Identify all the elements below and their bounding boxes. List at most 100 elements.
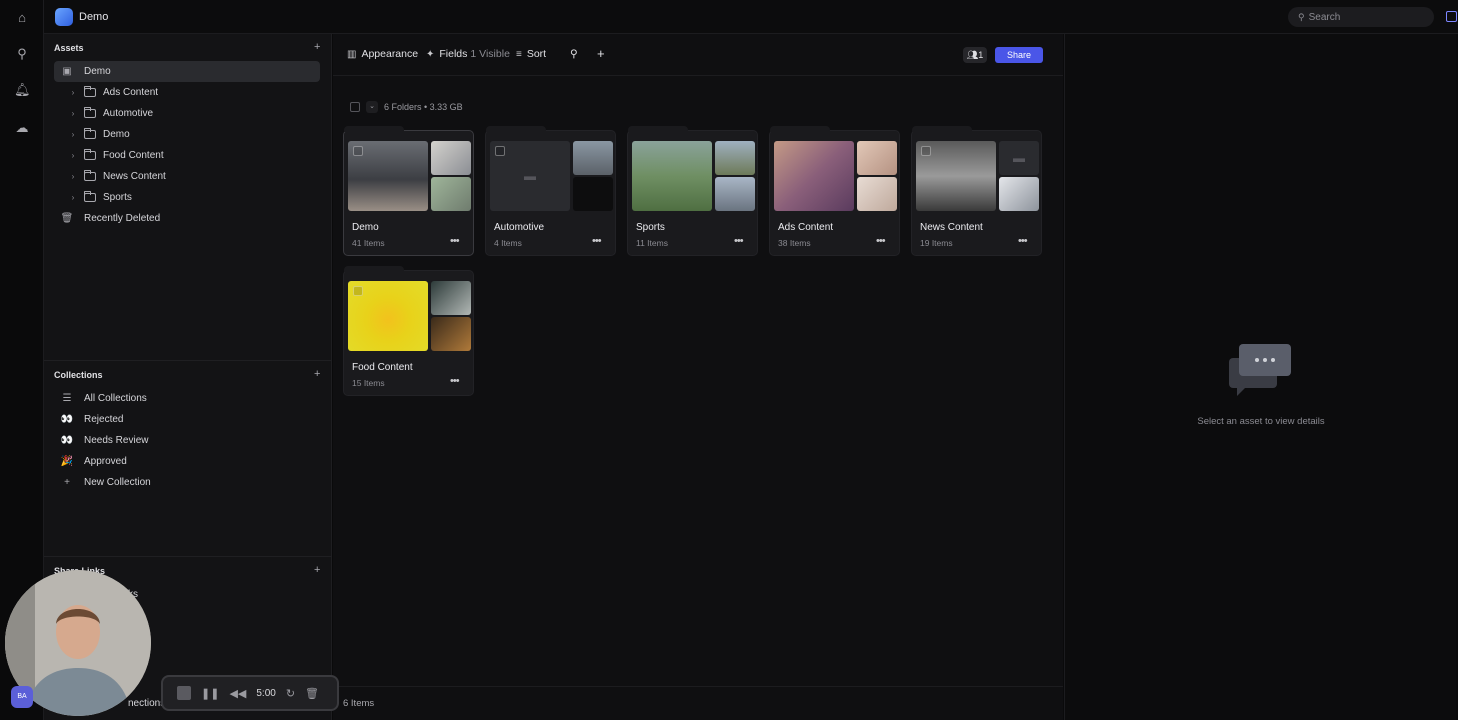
restart-icon[interactable]: ↻ bbox=[286, 687, 295, 700]
card-title: Sports bbox=[636, 222, 665, 233]
folder-card-sports[interactable]: Sports 11 Items ••• bbox=[627, 126, 758, 256]
sort-button[interactable]: ≡ Sort bbox=[516, 48, 546, 60]
collection-approved[interactable]: 🎉 Approved bbox=[54, 451, 127, 472]
card-title: News Content bbox=[920, 222, 983, 233]
chevron-right-icon[interactable]: › bbox=[68, 172, 78, 181]
thumbnail bbox=[573, 177, 613, 211]
sidebar-item-news-content[interactable]: › News Content bbox=[68, 166, 166, 187]
sidebar-bottom-label: nections bbox=[128, 698, 166, 709]
search-placeholder: Search bbox=[1308, 11, 1341, 23]
more-icon[interactable]: ••• bbox=[734, 235, 744, 247]
search-icon[interactable]: ⚲ bbox=[14, 46, 30, 62]
details-panel: Select an asset to view details bbox=[1064, 34, 1456, 720]
card-checkbox[interactable] bbox=[921, 146, 931, 156]
thumbnail bbox=[431, 141, 471, 175]
layout-toggles bbox=[1446, 11, 1458, 22]
add-share-link-icon[interactable]: + bbox=[314, 564, 320, 576]
recording-time: 5:00 bbox=[256, 687, 276, 699]
sidebar-item-recently-deleted[interactable]: 🗑︎ Recently Deleted bbox=[54, 208, 161, 229]
card-checkbox[interactable] bbox=[495, 146, 505, 156]
bell-icon[interactable]: 🔔︎ bbox=[14, 82, 31, 98]
folder-card-ads-content[interactable]: Ads Content 38 Items ••• bbox=[769, 126, 900, 256]
left-panel-toggle-icon[interactable] bbox=[1446, 11, 1457, 22]
search-input[interactable]: ⚲ Search bbox=[1288, 7, 1434, 27]
thumbnail bbox=[715, 141, 755, 175]
folder-card-news-content[interactable]: ▬ News Content 19 Items ••• bbox=[911, 126, 1042, 256]
chevron-right-icon[interactable]: › bbox=[68, 193, 78, 202]
trash-icon: 🗑︎ bbox=[60, 213, 74, 224]
avatar[interactable]: BA bbox=[11, 686, 33, 708]
delete-icon[interactable]: 🗑︎ bbox=[305, 687, 319, 700]
thumbnail bbox=[857, 177, 897, 211]
party-icon: 🎉 bbox=[60, 456, 74, 467]
more-icon[interactable]: ••• bbox=[450, 235, 460, 247]
list-icon: ☰ bbox=[62, 393, 72, 404]
sidebar-bottom-item[interactable]: nections bbox=[128, 693, 165, 714]
card-title: Automotive bbox=[494, 222, 545, 233]
more-icon[interactable]: ••• bbox=[450, 375, 460, 387]
card-count: 38 Items bbox=[778, 238, 811, 248]
people-button[interactable]: 👥︎1 bbox=[963, 47, 987, 63]
sidebar-item-label: Sports bbox=[103, 192, 132, 203]
share-button[interactable]: Share bbox=[995, 47, 1043, 63]
collection-label: Needs Review bbox=[84, 435, 149, 446]
recorder-controls: ❚❚ ◀◀ 5:00 ↻ 🗑︎ bbox=[161, 675, 339, 711]
card-title: Food Content bbox=[352, 362, 413, 373]
items-count: 6 Items bbox=[343, 698, 375, 709]
card-checkbox[interactable] bbox=[353, 286, 363, 296]
new-collection-button[interactable]: + New Collection bbox=[54, 472, 151, 493]
sidebar-item-automotive[interactable]: › Automotive bbox=[68, 103, 153, 124]
card-checkbox[interactable] bbox=[353, 146, 363, 156]
folder-icon bbox=[84, 86, 96, 97]
home-icon[interactable]: ⌂ bbox=[14, 10, 30, 26]
collection-needs-review[interactable]: 👀 Needs Review bbox=[54, 430, 149, 451]
thumbnail bbox=[431, 177, 471, 211]
chevron-right-icon[interactable]: › bbox=[68, 130, 78, 139]
collection-all[interactable]: ☰ All Collections bbox=[54, 388, 147, 409]
appearance-button[interactable]: ▥ Appearance bbox=[347, 48, 418, 60]
sidebar-item-label: Ads Content bbox=[103, 87, 159, 98]
sidebar-item-food-content[interactable]: › Food Content bbox=[68, 145, 164, 166]
rewind-icon[interactable]: ◀◀ bbox=[229, 687, 246, 700]
search-toolbar-icon[interactable]: ⚲ bbox=[570, 48, 578, 60]
thumbnail bbox=[431, 281, 471, 315]
sidebar-item-label: Demo bbox=[103, 129, 130, 140]
layout-icon: ▥ bbox=[347, 48, 357, 60]
chevron-right-icon[interactable]: › bbox=[68, 88, 78, 97]
card-title: Demo bbox=[352, 222, 379, 233]
sidebar-item-demo-root[interactable]: ▣ Demo bbox=[54, 61, 320, 82]
card-count: 19 Items bbox=[920, 238, 953, 248]
library-icon: ▣ bbox=[62, 66, 72, 77]
divider bbox=[44, 360, 332, 361]
sidebar-item-sports[interactable]: › Sports bbox=[68, 187, 132, 208]
more-icon[interactable]: ••• bbox=[1018, 235, 1028, 247]
sidebar-item-label: Demo bbox=[84, 66, 111, 77]
sidebar-item-label: Food Content bbox=[103, 150, 164, 161]
plus-icon: + bbox=[64, 477, 70, 488]
cloud-upload-icon[interactable]: ☁ bbox=[14, 120, 30, 136]
folder-card-food-content[interactable]: Food Content 15 Items ••• bbox=[343, 266, 474, 396]
chevron-right-icon[interactable]: › bbox=[68, 151, 78, 160]
sidebar-item-label: News Content bbox=[103, 171, 166, 182]
folder-summary: 6 Folders • 3.33 GB bbox=[384, 102, 463, 112]
add-asset-icon[interactable]: + bbox=[314, 41, 320, 53]
folder-card-automotive[interactable]: ▬ Automotive 4 Items ••• bbox=[485, 126, 616, 256]
chevron-down-icon[interactable]: ⌄ bbox=[366, 101, 378, 113]
top-bar: Demo ⚲ Search bbox=[44, 0, 1458, 34]
select-all-checkbox[interactable] bbox=[350, 102, 360, 112]
fields-button[interactable]: ✦ Fields 1 Visible bbox=[426, 48, 510, 60]
search-icon: ⚲ bbox=[1298, 11, 1305, 22]
pause-icon[interactable]: ❚❚ bbox=[201, 687, 219, 700]
stop-icon[interactable] bbox=[177, 686, 191, 700]
more-icon[interactable]: ••• bbox=[592, 235, 602, 247]
folder-card-demo[interactable]: Demo 41 Items ••• bbox=[343, 126, 474, 256]
add-collection-icon[interactable]: + bbox=[314, 368, 320, 380]
more-icon[interactable]: ••• bbox=[876, 235, 886, 247]
collection-rejected[interactable]: 👀 Rejected bbox=[54, 409, 124, 430]
add-icon[interactable]: + bbox=[597, 46, 605, 61]
fields-label: Fields bbox=[439, 48, 468, 60]
sidebar-item-ads-content[interactable]: › Ads Content bbox=[68, 82, 158, 103]
sidebar-item-demo[interactable]: › Demo bbox=[68, 124, 130, 145]
app-logo bbox=[55, 7, 73, 26]
chevron-right-icon[interactable]: › bbox=[68, 109, 78, 118]
